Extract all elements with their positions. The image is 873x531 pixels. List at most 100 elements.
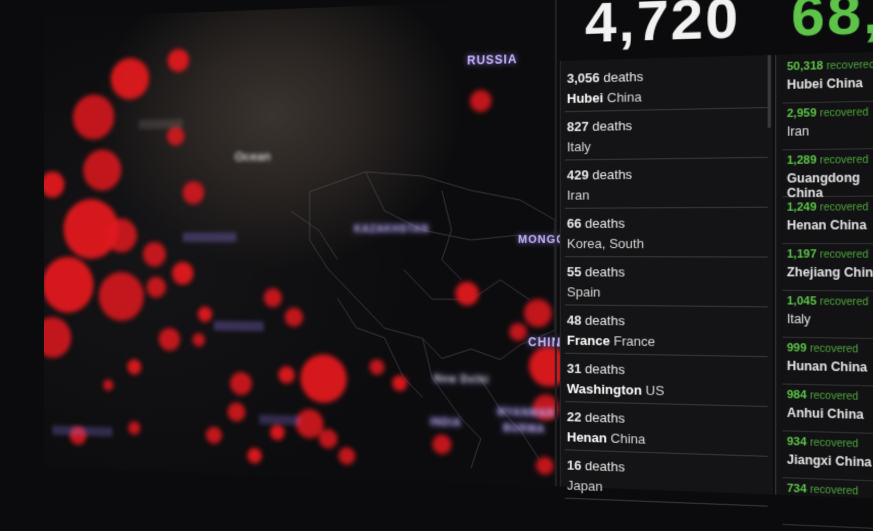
recovered-count-unit: recovered (819, 296, 869, 309)
death-row[interactable]: 22 deaths Henan China (564, 403, 768, 457)
case-bubble[interactable] (338, 446, 356, 465)
recovered-location: Iran (786, 123, 810, 139)
case-bubble[interactable] (247, 447, 262, 464)
death-location-primary: France (566, 332, 610, 349)
death-count-unit: deaths (585, 361, 625, 378)
map-label-mongolia: MONGO (518, 233, 566, 247)
death-row[interactable]: 3,056 deaths Hubei China (564, 59, 768, 113)
death-location-primary: Hubei (566, 90, 604, 107)
case-bubble[interactable] (172, 261, 194, 285)
case-bubbles (43, 48, 569, 476)
recovered-count: 2,959 recovered (787, 106, 869, 120)
case-bubble[interactable] (300, 353, 347, 404)
recovered-count: 1,249 recovered (787, 201, 869, 214)
death-row[interactable]: 827 deaths Italy (564, 109, 768, 161)
case-bubble[interactable] (143, 242, 166, 267)
death-row[interactable]: 48 deaths France France (564, 306, 768, 358)
death-row[interactable]: 55 deaths Spain (564, 258, 768, 308)
deaths-list-panel[interactable]: 3,056 deaths Hubei China 827 deaths Italy 42… (559, 54, 773, 507)
case-bubble[interactable] (369, 359, 385, 376)
death-count-number: 48 (566, 312, 582, 328)
recovered-row[interactable]: 999 recovered Hunan China (782, 337, 873, 387)
recovered-row[interactable]: 1,197 recovered Zhejiang China (782, 244, 873, 292)
death-location: Spain (567, 284, 601, 299)
case-bubble[interactable] (103, 379, 114, 391)
case-bubble[interactable] (182, 181, 205, 205)
case-bubble[interactable] (263, 288, 282, 308)
case-bubble[interactable] (270, 424, 285, 441)
case-bubble[interactable] (72, 94, 115, 140)
death-count-unit: deaths (603, 68, 644, 86)
recovered-row[interactable]: 1,289 recovered Guangdong China (782, 148, 873, 200)
death-count: 31 deaths (567, 361, 625, 377)
recovered-count-number: 1,289 (786, 154, 817, 168)
death-count-number: 31 (566, 360, 582, 377)
case-bubble[interactable] (284, 307, 304, 327)
death-count-number: 16 (566, 457, 582, 474)
recovered-list-panel[interactable]: 50,318 recovered Hubei China 2,959 recover… (775, 51, 873, 530)
recovered-count-unit: recovered (819, 154, 869, 167)
case-bubble[interactable] (43, 256, 94, 313)
recovered-count: 984 recovered (787, 389, 858, 403)
death-row[interactable]: 66 deaths Korea, South (564, 208, 768, 258)
death-location: Iran (567, 187, 590, 202)
recovered-count-number: 50,318 (786, 59, 824, 74)
recovered-count-number: 1,197 (786, 248, 817, 261)
death-count-number: 429 (566, 167, 589, 183)
map-label-blurred (182, 232, 237, 243)
recovered-row[interactable]: 984 recovered Anhui China (782, 384, 873, 435)
case-bubble[interactable] (146, 276, 166, 298)
recovered-row[interactable]: 2,959 recovered Iran (782, 101, 873, 151)
case-bubble[interactable] (432, 434, 452, 455)
recovered-row[interactable]: 1,249 recovered Henan China (782, 196, 873, 245)
recovered-row[interactable]: 934 recovered Jiangxi China (782, 431, 873, 483)
case-bubble[interactable] (523, 299, 552, 328)
case-bubble[interactable] (535, 456, 554, 476)
case-bubble[interactable] (227, 402, 246, 422)
death-count: 16 deaths (567, 457, 625, 474)
case-bubble[interactable] (455, 281, 479, 306)
death-location-secondary: Iran (566, 187, 590, 203)
death-location-primary: Henan (566, 429, 607, 446)
case-bubble[interactable] (230, 371, 252, 396)
recovered-count-unit: recovered (809, 343, 859, 356)
map-label-new-delhi: New Delhi (434, 374, 490, 387)
death-row[interactable]: 31 deaths Washington US (564, 354, 768, 408)
case-bubble[interactable] (318, 428, 338, 449)
deaths-scrollbar[interactable] (767, 55, 771, 128)
death-location: France France (567, 333, 655, 350)
case-bubble[interactable] (469, 89, 492, 113)
case-bubble[interactable] (127, 359, 142, 375)
case-bubble[interactable] (105, 218, 137, 253)
recovered-row[interactable]: 734 recovered (782, 478, 873, 530)
map-label-myanmar: MYANMAR (497, 407, 556, 420)
death-location: Japan (567, 478, 603, 494)
recovered-count-number: 934 (786, 435, 807, 449)
recovered-location: Hubei China (786, 75, 863, 93)
recovered-row[interactable]: 50,318 recovered Hubei China (782, 53, 873, 104)
case-bubble[interactable] (43, 171, 65, 198)
recovered-row[interactable]: 1,045 recovered Italy (782, 290, 873, 340)
death-count: 22 deaths (567, 409, 625, 426)
death-location-secondary: US (641, 382, 665, 399)
map-label-blurred (138, 118, 183, 130)
case-bubble[interactable] (192, 333, 205, 347)
recovered-count-unit: recovered (819, 107, 869, 120)
case-bubble[interactable] (83, 149, 122, 191)
case-bubble[interactable] (43, 316, 72, 359)
death-row[interactable]: 16 deaths Japan (564, 451, 768, 507)
case-bubble[interactable] (205, 426, 223, 445)
recovered-location: Hunan China (786, 358, 868, 375)
case-bubble[interactable] (278, 366, 295, 384)
case-bubble[interactable] (166, 126, 185, 146)
case-bubble[interactable] (167, 48, 189, 73)
case-bubble[interactable] (392, 375, 408, 392)
case-bubble[interactable] (197, 306, 213, 322)
death-row[interactable]: 429 deaths Iran (564, 158, 768, 209)
case-bubble[interactable] (158, 327, 181, 351)
case-bubble[interactable] (128, 421, 141, 435)
recovered-count-number: 734 (786, 482, 807, 496)
case-bubble[interactable] (509, 322, 527, 342)
case-bubble[interactable] (98, 271, 144, 322)
recovered-count-unit: recovered (819, 201, 869, 214)
